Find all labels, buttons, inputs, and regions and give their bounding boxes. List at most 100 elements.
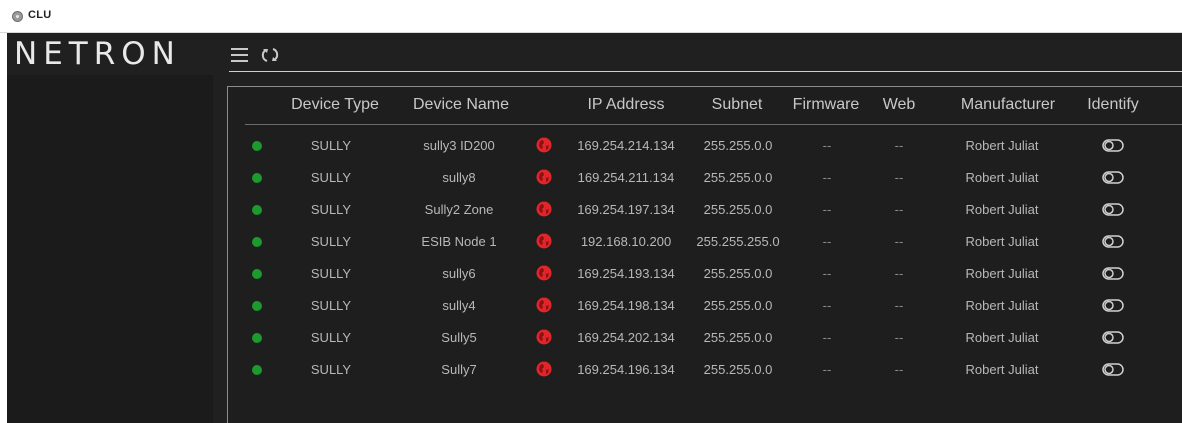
cell-subnet: 255.255.0.0 [703, 266, 773, 281]
web-globe-icon[interactable] [536, 265, 552, 281]
cell-name: Sully2 Zone [424, 202, 494, 217]
web-globe-icon[interactable] [536, 201, 552, 217]
column-header-web[interactable]: Web [883, 96, 916, 114]
app-icon [12, 11, 23, 22]
cell-manufacturer: Robert Juliat [965, 330, 1039, 345]
identify-toggle-icon[interactable] [1102, 203, 1124, 216]
cell-name: Sully5 [441, 330, 477, 345]
cell-firmware: -- [822, 202, 832, 217]
cell-web: -- [894, 330, 904, 345]
toolbar-divider [229, 71, 1182, 72]
column-header-ip-address[interactable]: IP Address [587, 96, 664, 114]
cell-subnet: 255.255.0.0 [703, 202, 773, 217]
cell-web: -- [894, 170, 904, 185]
status-online-icon [252, 173, 262, 183]
cell-web: -- [894, 298, 904, 313]
cell-ip: 169.254.197.134 [577, 202, 675, 217]
status-online-icon [252, 205, 262, 215]
cell-web: -- [894, 138, 904, 153]
table-row[interactable]: SULLY sully6 169.254.193.134 255.255.0.0 -- -… [229, 258, 1182, 290]
hamburger-menu-icon[interactable] [231, 48, 248, 62]
web-globe-icon[interactable] [536, 169, 552, 185]
cell-type: SULLY [310, 362, 352, 377]
web-globe-icon[interactable] [536, 297, 552, 313]
cell-type: SULLY [310, 266, 352, 281]
status-online-icon [252, 141, 262, 151]
column-header-device-type[interactable]: Device Type [291, 96, 379, 114]
cell-manufacturer: Robert Juliat [965, 202, 1039, 217]
table-row[interactable]: SULLY Sully5 169.254.202.134 255.255.0.0 -- -… [229, 322, 1182, 354]
cell-firmware: -- [822, 330, 832, 345]
window-titlebar: CLU [0, 0, 1182, 33]
identify-toggle-icon[interactable] [1102, 331, 1124, 344]
cell-ip: 169.254.198.134 [577, 298, 675, 313]
cell-firmware: -- [822, 362, 832, 377]
table-row[interactable]: SULLY Sully2 Zone 169.254.197.134 255.255.0… [229, 194, 1182, 226]
column-header-identify[interactable]: Identify [1087, 96, 1139, 114]
cell-subnet: 255.255.255.0 [696, 234, 780, 249]
web-globe-icon[interactable] [536, 329, 552, 345]
status-online-icon [252, 301, 262, 311]
cell-ip: 169.254.202.134 [577, 330, 675, 345]
column-header-firmware[interactable]: Firmware [793, 96, 860, 114]
column-header-subnet[interactable]: Subnet [712, 96, 763, 114]
table-row[interactable]: SULLY Sully7 169.254.196.134 255.255.0.0 -- -… [229, 354, 1182, 386]
cell-web: -- [894, 266, 904, 281]
cell-type: SULLY [310, 298, 352, 313]
status-online-icon [252, 269, 262, 279]
cell-web: -- [894, 234, 904, 249]
status-online-icon [252, 333, 262, 343]
cell-manufacturer: Robert Juliat [965, 298, 1039, 313]
web-globe-icon[interactable] [536, 233, 552, 249]
sidebar [7, 75, 213, 423]
cell-manufacturer: Robert Juliat [965, 234, 1039, 249]
table-row[interactable]: SULLY sully4 169.254.198.134 255.255.0.0 -- -… [229, 290, 1182, 322]
identify-toggle-icon[interactable] [1102, 299, 1124, 312]
web-globe-icon[interactable] [536, 137, 552, 153]
cell-ip: 192.168.10.200 [580, 234, 672, 249]
cell-web: -- [894, 202, 904, 217]
cell-type: SULLY [310, 202, 352, 217]
cell-ip: 169.254.193.134 [577, 266, 675, 281]
identify-toggle-icon[interactable] [1102, 139, 1124, 152]
cell-firmware: -- [822, 266, 832, 281]
identify-toggle-icon[interactable] [1102, 235, 1124, 248]
cell-name: sully3 ID200 [423, 138, 495, 153]
column-header-device-name[interactable]: Device Name [413, 96, 509, 114]
cell-ip: 169.254.196.134 [577, 362, 675, 377]
cell-type: SULLY [310, 170, 352, 185]
column-header-manufacturer[interactable]: Manufacturer [961, 96, 1055, 114]
window-title: CLU [28, 9, 52, 21]
cell-type: SULLY [310, 138, 352, 153]
cell-name: ESIB Node 1 [421, 234, 497, 249]
cell-ip: 169.254.214.134 [577, 138, 675, 153]
cell-name: sully8 [442, 170, 476, 185]
cell-subnet: 255.255.0.0 [703, 138, 773, 153]
cell-subnet: 255.255.0.0 [703, 362, 773, 377]
cell-type: SULLY [310, 330, 352, 345]
cell-firmware: -- [822, 234, 832, 249]
table-row[interactable]: SULLY sully8 169.254.211.134 255.255.0.0 -- -… [229, 162, 1182, 194]
cell-manufacturer: Robert Juliat [965, 170, 1039, 185]
cell-manufacturer: Robert Juliat [965, 266, 1039, 281]
cell-manufacturer: Robert Juliat [965, 138, 1039, 153]
cell-type: SULLY [310, 234, 352, 249]
cell-subnet: 255.255.0.0 [703, 170, 773, 185]
cell-name: sully6 [442, 266, 476, 281]
web-globe-icon[interactable] [536, 361, 552, 377]
identify-toggle-icon[interactable] [1102, 363, 1124, 376]
status-online-icon [252, 365, 262, 375]
cell-subnet: 255.255.0.0 [703, 298, 773, 313]
table-row[interactable]: SULLY ESIB Node 1 192.168.10.200 255.255.25… [229, 226, 1182, 258]
cell-firmware: -- [822, 170, 832, 185]
header-divider [245, 124, 1182, 125]
status-online-icon [252, 237, 262, 247]
cell-manufacturer: Robert Juliat [965, 362, 1039, 377]
cell-name: sully4 [442, 298, 476, 313]
identify-toggle-icon[interactable] [1102, 171, 1124, 184]
table-row[interactable]: SULLY sully3 ID200 169.254.214.134 255.255.… [229, 130, 1182, 162]
cell-name: Sully7 [441, 362, 477, 377]
refresh-icon[interactable] [259, 44, 281, 66]
cell-subnet: 255.255.0.0 [703, 330, 773, 345]
identify-toggle-icon[interactable] [1102, 267, 1124, 280]
